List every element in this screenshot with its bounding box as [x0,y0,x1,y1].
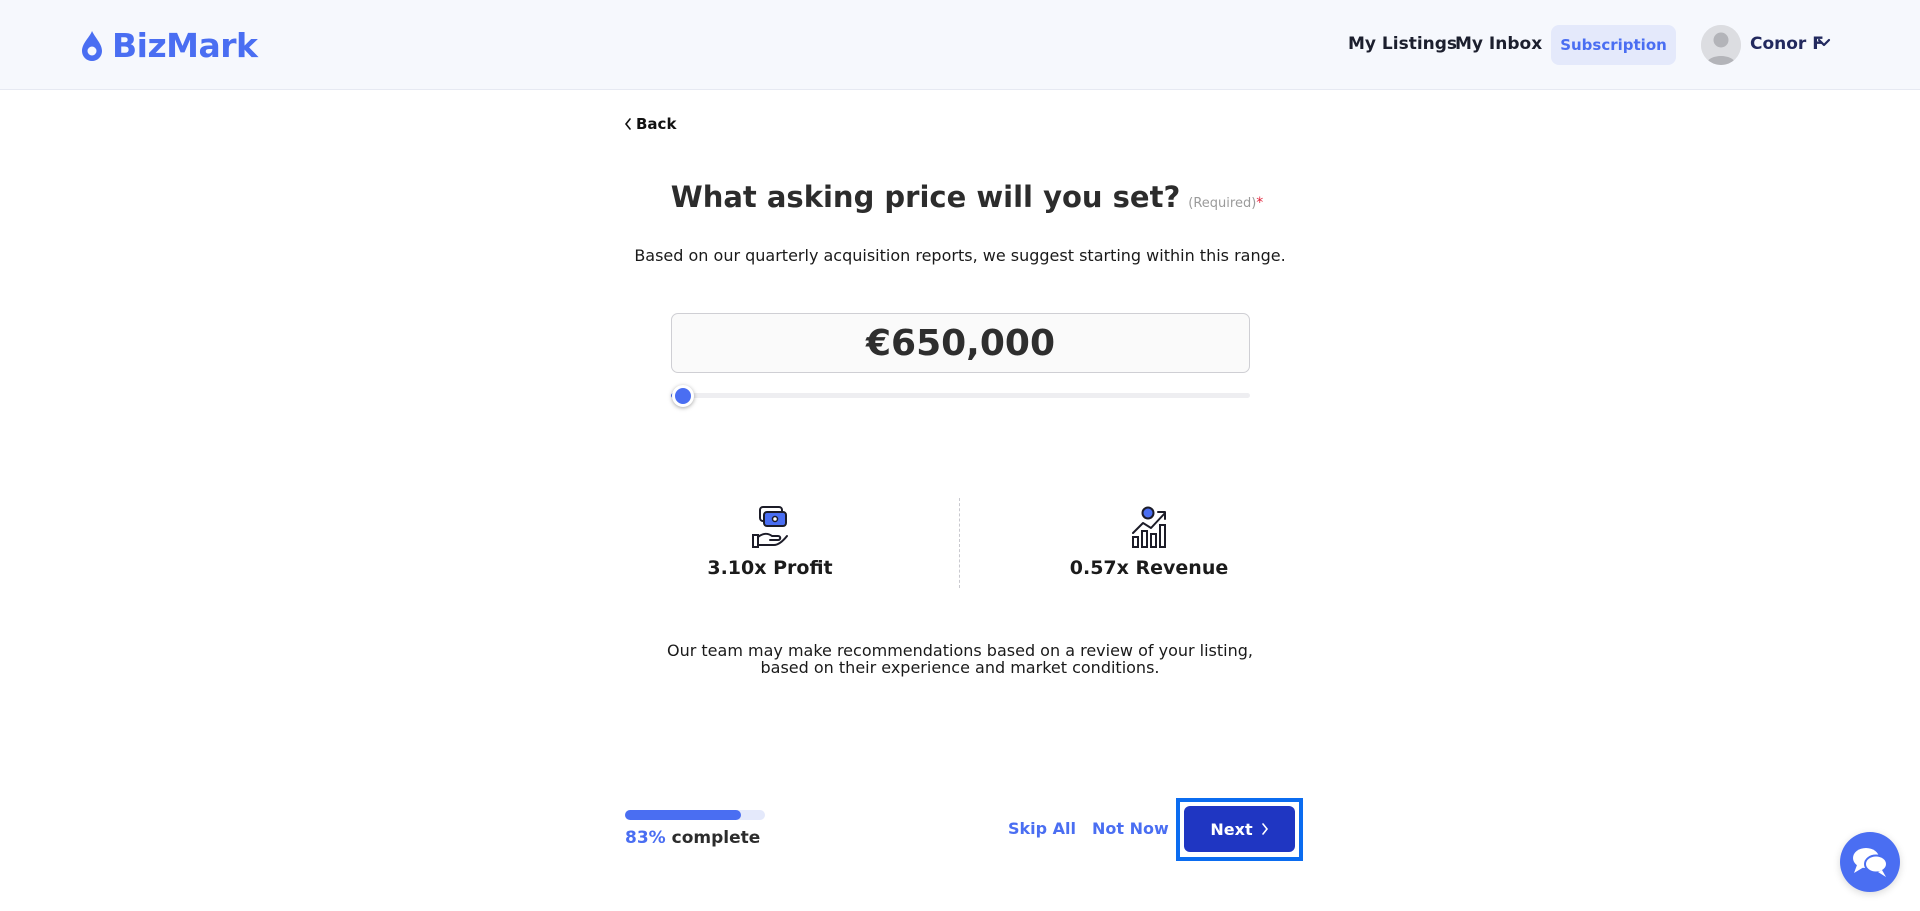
recommendation-note: Our team may make recommendations based … [667,641,1253,677]
brand-logo[interactable]: BizMark [78,26,258,65]
profit-multiple: 3.10x Profit [650,505,890,579]
required-label: (Required) [1188,196,1257,211]
nav-my-inbox[interactable]: My Inbox [1455,34,1542,54]
next-button-label: Next [1210,819,1253,839]
price-slider-track[interactable] [671,393,1250,398]
question-subtitle: Based on our quarterly acquisition repor… [634,246,1286,265]
metrics-divider [959,498,960,588]
brand-name: BizMark [112,26,258,65]
asking-price-input[interactable]: €650,000 [671,313,1250,373]
subscription-button[interactable]: Subscription [1551,25,1676,65]
progress-suffix: complete [671,828,761,848]
question-heading: What asking price will you set? (Require… [0,180,1920,214]
page-title: What asking price will you set? [670,180,1181,214]
chevron-right-icon [1261,823,1268,835]
money-hand-icon [752,506,788,548]
progress-percent: 83% [625,828,666,848]
user-silhouette-icon [1701,25,1741,65]
required-hint: (Required)* [1188,195,1263,211]
back-link[interactable]: Back [624,115,676,133]
logo-drop-icon [82,30,102,61]
chevron-left-icon [624,118,631,130]
required-asterisk: * [1256,195,1264,211]
not-now-button[interactable]: Not Now [1092,819,1169,838]
revenue-multiple-label: 0.57x Revenue [1069,557,1229,579]
user-menu-name[interactable]: Conor F [1750,34,1824,54]
nav-my-listings[interactable]: My Listings [1348,34,1457,54]
chat-support-button[interactable] [1840,832,1900,892]
next-button[interactable]: Next [1184,806,1295,852]
progress-bar-fill [625,810,742,820]
back-label: Back [636,115,677,133]
progress-label: 83% complete [625,828,760,848]
revenue-multiple: 0.57x Revenue [1029,505,1269,579]
chat-bubbles-icon [1853,848,1888,877]
top-header: BizMark My Listings My Inbox Subscriptio… [0,0,1920,90]
growth-chart-icon [1132,506,1166,548]
price-slider-handle[interactable] [671,385,694,407]
chevron-down-icon[interactable] [1817,38,1831,48]
skip-all-button[interactable]: Skip All [1008,819,1076,838]
avatar[interactable] [1701,25,1741,65]
profit-multiple-label: 3.10x Profit [707,557,833,579]
